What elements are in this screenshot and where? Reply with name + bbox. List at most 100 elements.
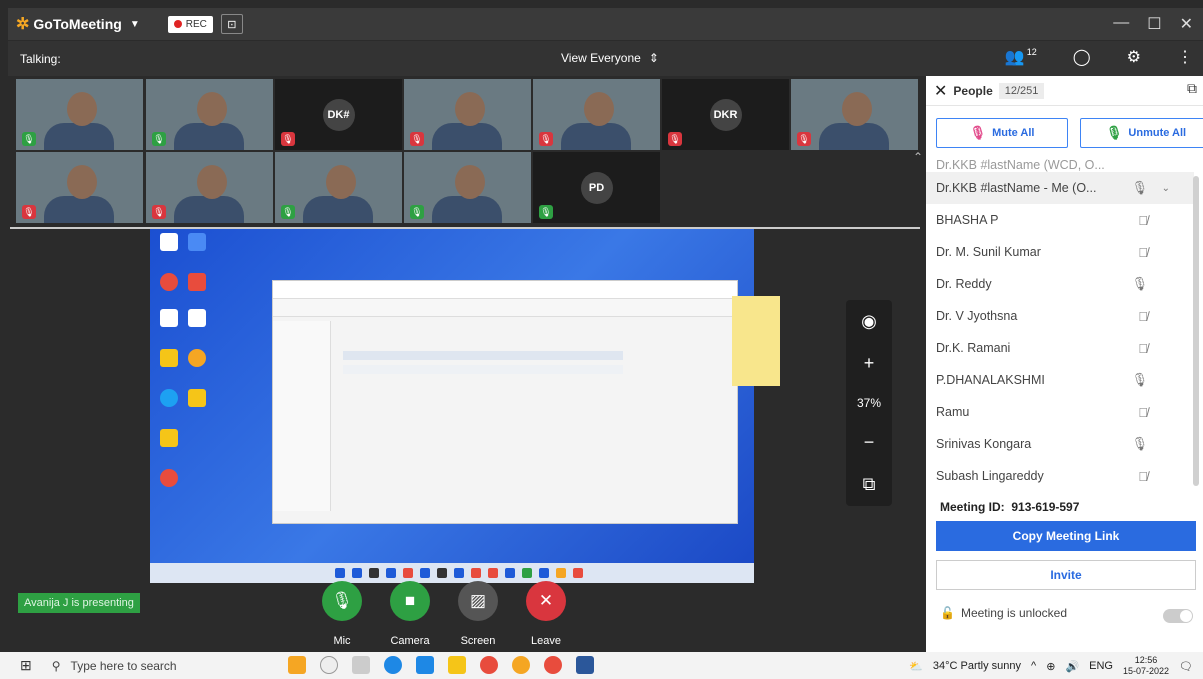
network-icon[interactable]: ⊕ (1046, 660, 1055, 673)
list-item[interactable]: Dr.KKB #lastName (WCD, O... (926, 154, 1194, 172)
app-icon (369, 568, 379, 578)
mic-icon[interactable]: 🎙 (1131, 180, 1148, 196)
edge-icon[interactable] (384, 656, 402, 674)
chevron-up-icon[interactable]: ⌃ (913, 150, 923, 164)
lock-toggle[interactable] (1163, 609, 1193, 623)
zoom-level: 37% (856, 395, 882, 410)
people-scrollbar[interactable] (1193, 176, 1199, 486)
settings-icon[interactable]: ⚙ (1127, 47, 1141, 67)
list-item[interactable]: Subash Lingareddy 🎙̸ (926, 460, 1194, 490)
video-tile[interactable]: 🎙 (404, 79, 531, 150)
view-selector[interactable]: View Everyone ⇕ (561, 51, 659, 65)
taskbar-search[interactable]: ⚲ Type here to search (52, 659, 177, 673)
updown-icon: ⇕ (648, 51, 659, 65)
unmute-all-label: Unmute All (1128, 127, 1187, 139)
gotomeeting-icon[interactable] (512, 656, 530, 674)
mail-icon[interactable] (416, 656, 434, 674)
video-tile[interactable]: PD 🎙 (533, 152, 660, 223)
windows-start-icon[interactable]: ⊞ (20, 657, 32, 674)
mic-off-icon[interactable]: 🎙̸ (1138, 341, 1148, 356)
people-title: People (953, 83, 993, 98)
mic-icon: 🎙 (1105, 125, 1123, 140)
video-tile[interactable]: 🎙 (146, 152, 273, 223)
camera-button[interactable]: ■ Camera (388, 581, 432, 647)
clock[interactable]: 12:56 15-07-2022 (1123, 655, 1169, 677)
chrome-icon[interactable] (480, 656, 498, 674)
mic-off-icon[interactable]: 🎙̸ (1138, 309, 1148, 324)
participant-video (583, 91, 614, 126)
popout-icon[interactable]: ⧉ (1187, 80, 1197, 97)
list-item[interactable]: Ramu 🎙̸ (926, 396, 1194, 428)
app-menu[interactable]: ✲ GoToMeeting ▼ (16, 14, 140, 34)
video-tile[interactable]: 🎙 (16, 79, 143, 150)
participant-name: Dr. Reddy (936, 277, 992, 291)
chat-icon[interactable]: ◯ (1073, 47, 1091, 67)
list-item[interactable]: Dr. Reddy 🎙 (926, 268, 1194, 300)
unmute-all-button[interactable]: 🎙 Unmute All (1080, 118, 1203, 148)
cortana-icon[interactable] (320, 656, 338, 674)
video-tile[interactable]: 🎙 (275, 152, 402, 223)
search-icon: ⚲ (51, 658, 61, 673)
lock-icon[interactable]: ⊡ (220, 14, 243, 34)
video-tile[interactable]: 🎙 (16, 152, 143, 223)
mic-icon[interactable]: 🎙 (1131, 372, 1148, 388)
close-icon[interactable]: ✕ (934, 81, 947, 101)
mic-off-icon[interactable]: 🎙̸ (1138, 213, 1148, 228)
mic-icon: 🎙 (539, 205, 553, 219)
mic-icon[interactable]: 🎙 (1131, 436, 1148, 452)
weather-text: 34°C Partly sunny (932, 660, 1022, 672)
video-tile[interactable]: 🎙 (404, 152, 531, 223)
chevron-up-icon[interactable]: ^ (1031, 660, 1036, 672)
leave-button[interactable]: ✕ Leave (524, 581, 568, 647)
folder-icon[interactable] (448, 656, 466, 674)
minimize-icon[interactable]: — (1113, 14, 1129, 34)
notification-icon[interactable]: 🗨 (1179, 660, 1193, 673)
zoom-out-icon[interactable]: − (864, 432, 875, 453)
word-icon[interactable] (576, 656, 594, 674)
app-icon (335, 568, 345, 578)
video-tile[interactable]: DK# 🎙 (275, 79, 402, 150)
list-item[interactable]: P.DHANALAKSHMI 🎙 (926, 364, 1194, 396)
screen-button[interactable]: ▨ Screen (456, 581, 500, 647)
popout-icon[interactable]: ⧉ (863, 474, 876, 495)
participant-name: Dr.KKB #lastName (WCD, O... (936, 158, 1105, 172)
copy-meeting-link-button[interactable]: Copy Meeting Link (936, 521, 1196, 551)
video-tile[interactable]: DKR 🎙 (662, 79, 789, 150)
mic-off-icon[interactable]: 🎙̸ (1138, 405, 1148, 420)
mic-icon[interactable]: 🎙 (1131, 276, 1148, 292)
participant-name: Dr.K. Ramani (936, 341, 1011, 355)
zoom-in-icon[interactable]: + (864, 353, 875, 374)
list-item[interactable]: Dr. M. Sunil Kumar 🎙̸ (926, 236, 1194, 268)
participant-initials: DK# (322, 98, 355, 131)
meeting-id-label: Meeting ID: (940, 500, 1005, 514)
snapshot-icon[interactable]: ◉ (861, 311, 877, 332)
people-button[interactable]: 👥 12 (1005, 47, 1037, 67)
camera-icon: ■ (390, 581, 430, 621)
close-window-icon[interactable]: ✕ (1180, 14, 1193, 34)
task-view-icon[interactable] (352, 656, 370, 674)
video-tile[interactable]: 🎙 (533, 79, 660, 150)
volume-icon[interactable]: 🔊 (1065, 660, 1079, 673)
list-item[interactable]: Srinivas Kongara 🎙 (926, 428, 1194, 460)
mute-all-button[interactable]: 🎙 Mute All (936, 118, 1068, 148)
language-indicator[interactable]: ENG (1089, 660, 1113, 672)
chevron-down-icon[interactable]: ⌄ (1162, 183, 1170, 194)
list-item[interactable]: BHASHA P 🎙̸ (926, 204, 1194, 236)
maximize-icon[interactable]: ☐ (1147, 14, 1161, 34)
list-item[interactable]: Dr. V Jyothsna 🎙̸ (926, 300, 1194, 332)
list-item[interactable]: Dr.K. Ramani 🎙̸ (926, 332, 1194, 364)
chrome-icon[interactable] (544, 656, 562, 674)
more-icon[interactable]: ⋮ (1177, 47, 1193, 67)
mic-button[interactable]: 🎙 Mic (320, 581, 364, 647)
invite-button[interactable]: Invite (936, 560, 1196, 590)
desktop-icon (160, 469, 178, 487)
video-tile[interactable]: 🎙 (791, 79, 918, 150)
app-icon (454, 568, 464, 578)
list-item[interactable]: Dr.KKB #lastName - Me (O... 🎙 ⌄ (926, 172, 1194, 204)
record-button[interactable]: REC (167, 15, 213, 33)
video-tile[interactable]: 🎙 (146, 79, 273, 150)
talking-label: Talking: (20, 51, 61, 66)
mic-off-icon[interactable]: 🎙̸ (1138, 469, 1148, 484)
mic-off-icon[interactable]: 🎙̸ (1138, 245, 1148, 260)
app-icon[interactable] (288, 656, 306, 674)
